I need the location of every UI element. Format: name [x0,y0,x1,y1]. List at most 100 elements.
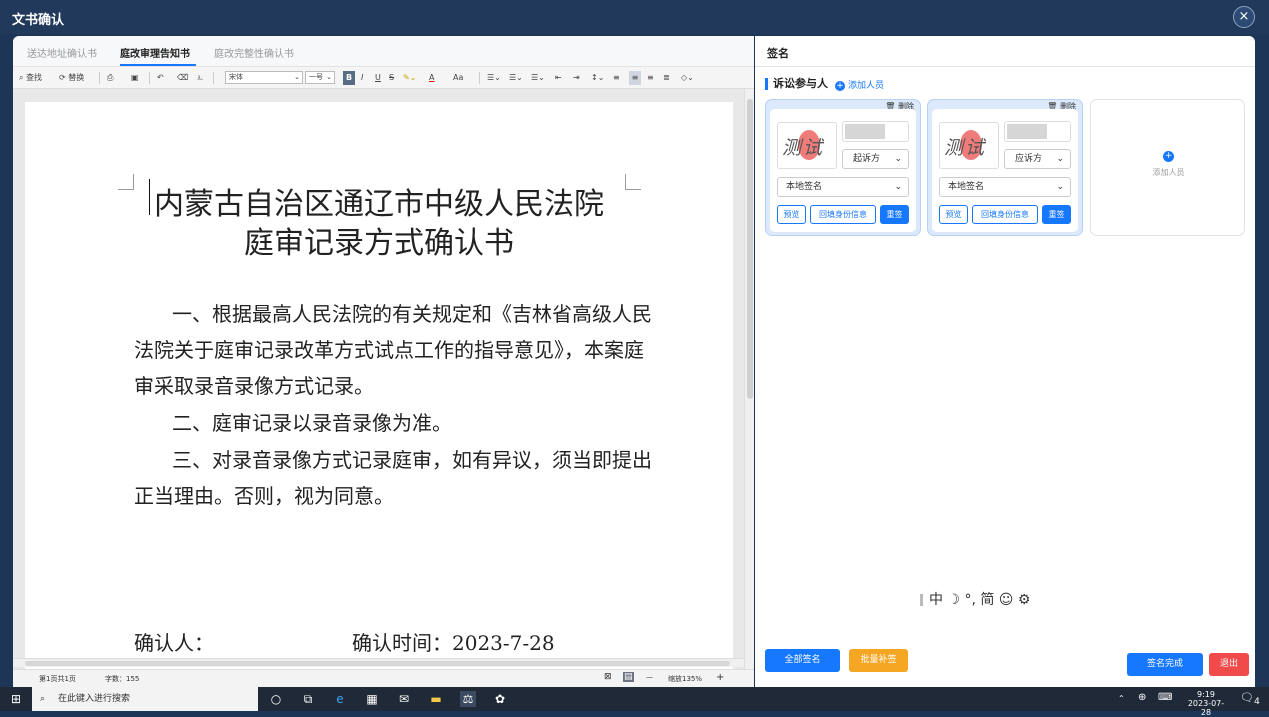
signature-header: 签名 [755,36,1255,67]
sign-all-button[interactable]: 全部签名 [765,649,840,672]
role-select[interactable]: 起诉方 ⌄ [842,149,909,169]
ime-toolbar[interactable]: 中 ☽ °, 简 ☺ ⚙ [920,589,1030,609]
participant-name-field[interactable] [1004,121,1071,142]
sign-method-select[interactable]: 本地签名 ⌄ [939,177,1071,197]
align-right-icon[interactable]: ≡ [647,71,654,85]
tab-integrity-confirm[interactable]: 庭改完整性确认书 [214,45,294,60]
multilevel-list-icon[interactable]: ☰⌄ [531,71,545,85]
chevron-down-icon: ⌄ [894,182,902,192]
align-left-icon[interactable]: ≡ [613,71,620,85]
file-explorer-icon[interactable]: ▬ [428,691,444,707]
ime-status: 中 ☽ °, 简 ☺ ⚙ [929,592,1031,608]
keyboard-icon[interactable]: ⌨ [1158,693,1172,703]
tab-delivery-address[interactable]: 送达地址确认书 [27,45,97,60]
undo-icon[interactable]: ↶ [157,71,164,85]
preview-button[interactable]: 预览 [939,205,968,224]
indent-decrease-icon[interactable]: ⇤ [555,71,562,85]
close-icon[interactable]: × [1233,6,1255,28]
bold-button[interactable]: B [343,71,355,85]
zoom-out-button[interactable]: — [646,673,653,681]
italic-button[interactable]: I [361,71,363,85]
indent-increase-icon[interactable]: ⇥ [573,71,580,85]
redacted-name [845,124,885,139]
clock[interactable]: 9:19 2023-07-28 [1184,690,1228,717]
sign-method-select[interactable]: 本地签名 ⌄ [777,177,909,197]
page-info: 第1页共1页 [39,675,76,683]
fill-id-info-button[interactable]: 回填身份信息 [972,205,1038,224]
justify-icon[interactable]: ≣ [663,71,670,85]
tab-trial-notice[interactable]: 庭改审理告知书 [120,45,190,60]
print-icon[interactable]: ⎙ [107,71,113,85]
bullet-list-icon[interactable]: ☰⌄ [487,71,501,85]
chevron-down-icon: ⌄ [894,154,902,164]
store-icon[interactable]: ▦ [364,691,380,707]
os-taskbar: ⊞ ⌕ 在此键入进行搜索 ○ ⧉ e ▦ ✉ ▬ ⚖ ✿ ⌃ ⊕ ⌨ 9:19 … [0,687,1269,717]
save-icon[interactable]: ▣ [131,71,139,85]
fit-page-icon[interactable]: ⊠ [604,672,612,682]
zoom-in-button[interactable]: + [716,672,724,683]
confirmer-label: 确认人： [134,631,214,655]
eraser-icon[interactable]: ⌫ [177,71,188,85]
horizontal-scrollbar[interactable] [13,658,744,667]
paint-app-icon[interactable]: ✿ [492,691,508,707]
add-person-card[interactable]: + 添加人员 [1090,99,1245,236]
font-case-button[interactable]: Aa [453,71,463,85]
notification-icon[interactable]: 🗨4 [1240,692,1260,706]
document-paragraph-1: 一、根据最高人民法院的有关规定和《吉林省高级人民 [172,302,652,326]
replace-button[interactable]: ⟳ 替换 [59,71,84,85]
windows-start-icon[interactable]: ⊞ [8,691,24,707]
scrollbar-thumb[interactable] [747,99,753,399]
resign-button[interactable]: 重签 [1042,205,1071,224]
replace-icon: ⟳ [59,73,66,82]
vertical-scrollbar[interactable] [744,89,754,669]
scrollbar-thumb[interactable] [25,661,730,666]
participant-card: 🗑 删除 测试 起诉方 ⌄ 本地签名 ⌄ 预览 回填身份信息 重签 [765,99,921,236]
format-painter-icon[interactable]: ⎁ [197,71,203,85]
role-value: 应诉方 [1015,154,1043,164]
network-icon[interactable]: ⊕ [1138,693,1146,703]
exit-button[interactable]: 退出 [1209,653,1249,676]
signature-panel: 签名 诉讼参与人 + 添加人员 🗑 删除 测试 起诉方 ⌄ 本地签名 ⌄ 预览 回填身… [755,36,1255,687]
document-canvas[interactable]: 内蒙古自治区通辽市中级人民法院 庭审记录方式确认书 一、根据最高人民法院的有关规… [13,89,754,669]
clock-time: 9:19 [1197,690,1215,699]
page-view-icon[interactable]: ▤ [623,672,634,682]
shading-icon[interactable]: ◇⌄ [681,71,694,85]
preview-button[interactable]: 预览 [777,205,806,224]
font-color-button[interactable]: A [429,71,434,85]
fill-id-info-button[interactable]: 回填身份信息 [810,205,876,224]
signature-preview[interactable]: 测试 [939,122,999,169]
chevron-up-icon[interactable]: ⌃ [1118,694,1125,703]
confirm-time: 确认时间：2023-7-28 [352,631,555,655]
signature-preview[interactable]: 测试 [777,122,837,169]
chevron-down-icon: ⌄ [294,73,300,81]
resign-button[interactable]: 重签 [880,205,909,224]
mail-icon[interactable]: ✉ [396,691,412,707]
participant-name-field[interactable] [842,121,909,142]
add-person-link[interactable]: + 添加人员 [835,78,884,91]
underline-button[interactable]: U [375,71,381,85]
highlight-icon[interactable]: ✎⌄ [403,71,416,85]
numbered-list-icon[interactable]: ☰⌄ [509,71,523,85]
sign-complete-button[interactable]: 签名完成 [1127,653,1203,676]
ime-drag-handle[interactable] [920,594,923,606]
edge-browser-icon[interactable]: e [332,691,348,707]
task-view-icon[interactable]: ⧉ [300,691,316,707]
align-center-icon[interactable]: ≡ [629,71,641,85]
toolbar-divider [149,72,150,84]
court-app-icon[interactable]: ⚖ [460,691,476,707]
document-page[interactable]: 内蒙古自治区通辽市中级人民法院 庭审记录方式确认书 一、根据最高人民法院的有关规… [25,102,733,669]
editor-statusbar: 第1页共1页 字数：155 ⊠ ▤ — 缩放135% + [13,669,754,687]
clock-date: 2023-07-28 [1187,699,1225,717]
line-spacing-icon[interactable]: ↕⌄ [591,71,604,85]
taskbar-search-placeholder: 在此键入进行搜索 [58,694,131,704]
find-button[interactable]: ⌕ 查找 [19,71,42,85]
cortana-icon[interactable]: ○ [268,691,284,707]
batch-sign-button[interactable]: 批量补签 [849,649,908,672]
chevron-down-icon: ⌄ [1056,154,1064,164]
add-person-label: 添加人员 [848,81,885,91]
strikethrough-button[interactable]: S [389,71,394,85]
taskbar-search-box[interactable]: ⌕ 在此键入进行搜索 [32,687,258,711]
font-family-select[interactable]: 宋体 ⌄ [225,71,303,84]
font-size-select[interactable]: 一号 ⌄ [305,71,335,84]
role-select[interactable]: 应诉方 ⌄ [1004,149,1071,169]
